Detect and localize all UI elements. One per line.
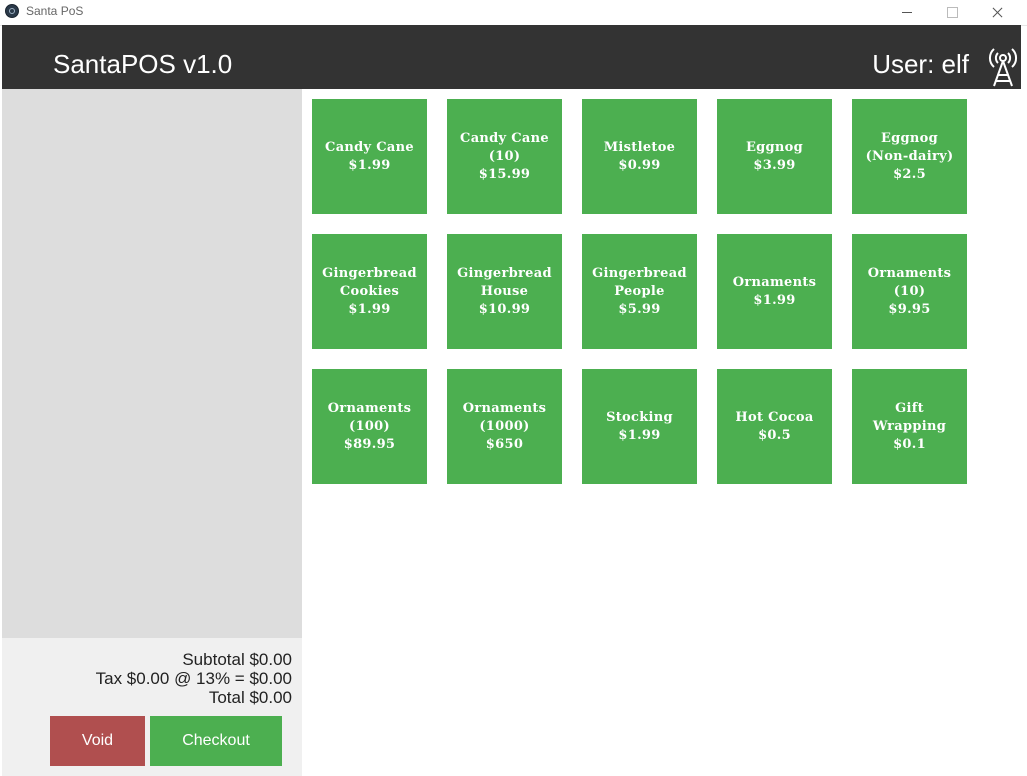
product-name: Ornaments (1000) [462,400,547,434]
product-price: $10.99 [478,301,531,317]
product-price: $650 [485,436,524,452]
product-name: Stocking [606,409,673,425]
product-tile[interactable]: Gingerbread People $5.99 [582,234,697,349]
product-name: Hot Cocoa [735,409,814,425]
product-name: Candy Cane (10) [460,130,549,164]
window-title: Santa PoS [26,4,84,18]
product-tile[interactable]: Eggnog $3.99 [717,99,832,214]
maximize-icon[interactable] [929,0,974,25]
tax-text: Tax $0.00 @ 13% = $0.00 [95,669,292,688]
checkout-button[interactable]: Checkout [150,716,282,766]
product-tile[interactable]: Candy Cane $1.99 [312,99,427,214]
product-tile[interactable]: Hot Cocoa $0.5 [717,369,832,484]
product-price: $0.99 [618,157,661,173]
app-icon [5,4,19,18]
product-tile[interactable]: Gingerbread House $10.99 [447,234,562,349]
user-label: User: elf [872,49,969,79]
product-name: Gift Wrapping [872,400,947,434]
product-price: $0.5 [758,427,791,443]
radio-tower-icon [988,48,1018,87]
product-tile[interactable]: Ornaments (10) $9.95 [852,234,967,349]
minimize-icon[interactable] [884,0,929,25]
app-title: SantaPOS v1.0 [53,49,233,79]
product-tile[interactable]: Ornaments (1000) $650 [447,369,562,484]
window-titlebar: Santa PoS [0,0,1027,26]
void-button[interactable]: Void [50,716,145,766]
product-name: Ornaments (10) [867,265,952,299]
product-price: $1.99 [348,301,391,317]
product-tile[interactable]: Candy Cane (10) $15.99 [447,99,562,214]
product-tile[interactable]: Stocking $1.99 [582,369,697,484]
product-price: $1.99 [348,157,391,173]
product-name: Ornaments [732,274,817,290]
product-tile[interactable]: Gift Wrapping $0.1 [852,369,967,484]
product-price: $5.99 [618,301,661,317]
product-tile[interactable]: Mistletoe $0.99 [582,99,697,214]
product-name: Gingerbread House [457,265,552,299]
cart-sidebar: Subtotal $0.00 Tax $0.00 @ 13% = $0.00 T… [2,89,302,776]
totals-panel: Subtotal $0.00 Tax $0.00 @ 13% = $0.00 T… [2,638,302,776]
app-header: SantaPOS v1.0 User: elf [2,25,1021,89]
product-price: $9.95 [888,301,931,317]
product-price: $2.5 [893,166,926,182]
product-price: $0.1 [893,436,926,452]
product-name: Gingerbread Cookies [322,265,417,299]
product-name: Mistletoe [603,139,676,155]
product-tile[interactable]: Gingerbread Cookies $1.99 [312,234,427,349]
product-name: Candy Cane [325,139,414,155]
product-price: $89.95 [343,436,396,452]
product-name: Eggnog (Non-dairy) [865,130,954,164]
product-price: $1.99 [753,292,796,308]
product-tile[interactable]: Eggnog (Non-dairy) $2.5 [852,99,967,214]
product-name: Eggnog [745,139,804,155]
product-name: Gingerbread People [592,265,687,299]
total-text: Total $0.00 [208,688,292,707]
subtotal-text: Subtotal $0.00 [182,650,292,669]
close-icon[interactable] [974,0,1019,25]
product-price: $1.99 [618,427,661,443]
product-price: $3.99 [753,157,796,173]
product-price: $15.99 [478,166,531,182]
cart-item-list[interactable] [2,89,302,638]
product-tile[interactable]: Ornaments (100) $89.95 [312,369,427,484]
product-grid: Candy Cane $1.99 Candy Cane (10) $15.99 … [312,99,1012,499]
product-tile[interactable]: Ornaments $1.99 [717,234,832,349]
product-name: Ornaments (100) [327,400,412,434]
